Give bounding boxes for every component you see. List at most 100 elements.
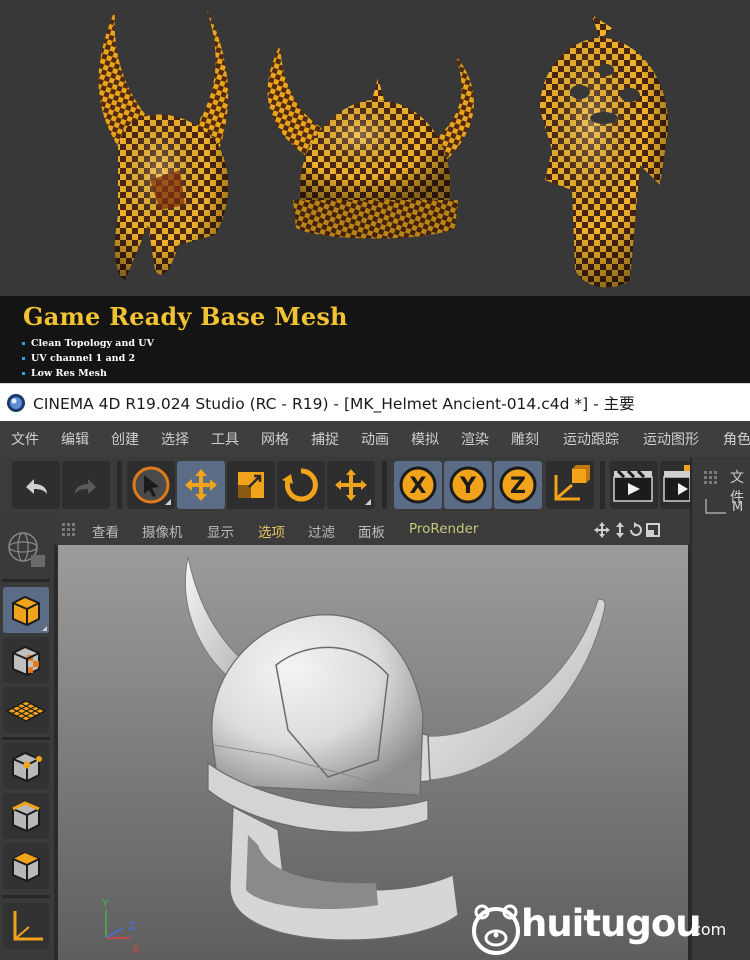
toolbar-separator (382, 461, 387, 509)
cinema4d-app-icon (7, 394, 25, 412)
rotate-button[interactable] (277, 461, 325, 509)
menu-edit[interactable]: 编辑 (61, 429, 89, 449)
points-mode-icon (12, 751, 42, 783)
make-editable-icon (8, 532, 45, 567)
menu-render[interactable]: 渲染 (461, 429, 489, 449)
texture-mode-button[interactable] (3, 637, 49, 683)
move-button[interactable] (177, 461, 225, 509)
zoom-view-icon[interactable] (616, 522, 624, 538)
toolbar-separator (117, 461, 122, 509)
render-view-icon (613, 469, 653, 502)
watermark-brand: huitugou (521, 902, 702, 945)
viewport-menu-prorender[interactable]: ProRender (409, 521, 478, 537)
feature-item: Clean Topology and UV (22, 336, 154, 351)
scale-icon (238, 472, 264, 498)
create-icon (335, 469, 371, 505)
make-editable-button[interactable] (3, 519, 49, 573)
panel-grip-icon (704, 471, 717, 484)
model-mode-icon (12, 595, 47, 631)
axis-mode-button[interactable] (3, 903, 49, 949)
scale-button[interactable] (227, 461, 275, 509)
render-picture-icon (663, 465, 690, 502)
live-select-icon (132, 466, 171, 505)
edges-mode-button[interactable] (3, 793, 49, 839)
watermark-logo-icon (472, 904, 520, 955)
rotate-view-icon[interactable] (630, 522, 642, 536)
z-axis-label: Z (510, 474, 526, 499)
polygons-mode-icon (12, 851, 40, 883)
menu-mesh[interactable]: 网格 (261, 429, 289, 449)
y-axis-label: Y (459, 474, 477, 499)
workplane-button[interactable] (3, 687, 49, 733)
y-axis-button[interactable]: Y (444, 461, 492, 509)
polygons-mode-button[interactable] (3, 843, 49, 889)
viewport-menu-panel[interactable]: 面板 (358, 521, 385, 541)
object-list-item[interactable]: M (732, 500, 743, 515)
coordinate-system-button[interactable] (546, 461, 594, 509)
viewport-menubar: 查看 摄像机 显示 选项 过滤 面板 ProRender (54, 515, 690, 545)
menu-animate[interactable]: 动画 (361, 429, 389, 449)
workplane-icon (5, 700, 47, 722)
menu-create[interactable]: 创建 (111, 429, 139, 449)
undo-icon (26, 479, 47, 494)
helmet-renders (0, 0, 750, 296)
viewport-menu-filter[interactable]: 过滤 (308, 521, 335, 541)
menu-select[interactable]: 选择 (161, 429, 189, 449)
coordinate-system-icon (554, 465, 590, 501)
feature-item: Low Res Mesh (22, 366, 154, 381)
render-picture-button[interactable] (660, 461, 690, 509)
maximize-view-icon[interactable] (646, 523, 660, 537)
viewport-grip-icon (62, 523, 75, 536)
create-object-button[interactable] (327, 461, 375, 509)
y-axis-icon: Y (449, 466, 487, 504)
watermark-suffix: .com (687, 920, 727, 939)
redo-button[interactable] (62, 461, 110, 509)
watermark: huitugou .com (469, 898, 739, 960)
window-titlebar: CINEMA 4D R19.024 Studio (RC - R19) - [M… (0, 383, 750, 421)
menu-snap[interactable]: 捕捉 (311, 429, 339, 449)
x-axis-icon: X (399, 466, 437, 504)
z-axis-button[interactable]: Z (494, 461, 542, 509)
toolbar-separator (600, 461, 605, 509)
pan-view-icon[interactable] (594, 522, 610, 538)
viewport-menu-view[interactable]: 查看 (92, 521, 119, 541)
x-axis-label: X (410, 474, 427, 499)
x-axis-button[interactable]: X (394, 461, 442, 509)
menu-sculpt[interactable]: 雕刻 (511, 429, 539, 449)
menu-character[interactable]: 角色 (723, 429, 750, 449)
live-select-button[interactable] (127, 461, 175, 509)
render-view-button[interactable] (610, 461, 658, 509)
viewport-menu-cameras[interactable]: 摄像机 (142, 521, 183, 541)
redo-icon (75, 479, 96, 494)
z-axis-icon: Z (499, 466, 537, 504)
object-manager-panel: 文件 M (690, 457, 750, 960)
axis-label-x: X (132, 943, 140, 956)
panel-separator (2, 579, 50, 582)
main-menubar: 文件 编辑 创建 选择 工具 网格 捕捉 动画 模拟 渲染 雕刻 运动跟踪 运动… (0, 421, 750, 457)
menu-file[interactable]: 文件 (11, 429, 39, 449)
panel-separator (2, 895, 50, 898)
menu-simulate[interactable]: 模拟 (411, 429, 439, 449)
menu-tools[interactable]: 工具 (211, 429, 239, 449)
menu-motion-tracking[interactable]: 运动跟踪 (563, 429, 619, 449)
texture-mode-icon (12, 645, 40, 677)
viewport-menu-options[interactable]: 选项 (258, 521, 285, 541)
feature-item: UV channel 1 and 2 (22, 351, 154, 366)
hierarchy-branch-icon (705, 499, 726, 514)
axis-label-z: Z (128, 920, 136, 933)
main-toolbar: X Y Z (0, 457, 690, 515)
viewport-menu-display[interactable]: 显示 (207, 521, 234, 541)
model-mode-button[interactable] (3, 587, 49, 633)
promo-banner: Game Ready Base Mesh Clean Topology and … (0, 0, 750, 383)
menu-mograph[interactable]: 运动图形 (643, 429, 699, 449)
undo-button[interactable] (12, 461, 60, 509)
points-mode-button[interactable] (3, 743, 49, 789)
axis-label-y: Y (101, 897, 109, 910)
axis-mode-icon (13, 911, 43, 941)
window-title: CINEMA 4D R19.024 Studio (RC - R19) - [M… (33, 395, 635, 413)
banner-title: Game Ready Base Mesh (23, 302, 348, 331)
panel-separator (2, 737, 50, 740)
edges-mode-icon (12, 801, 40, 833)
move-icon (185, 469, 217, 501)
left-tool-panel (0, 515, 54, 960)
